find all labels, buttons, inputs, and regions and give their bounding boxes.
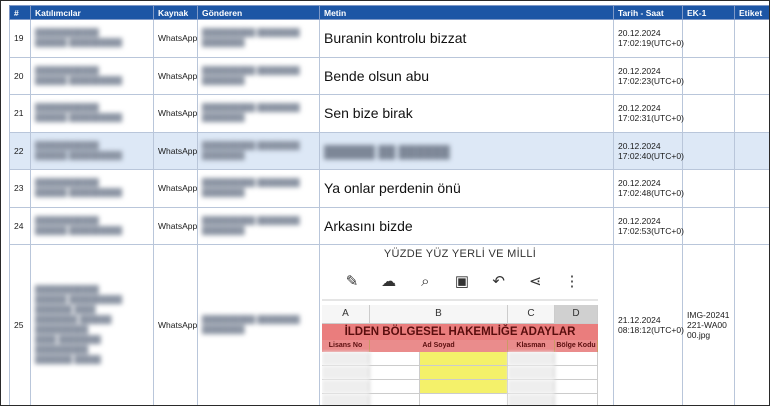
sheet-col-a: A [322, 305, 370, 323]
table-row: 20 ████████████ ██████ ██████████ WhatsAp… [9, 56, 769, 95]
header-row: # Katılımcılar Kaynak Gönderen Metin Tar… [9, 5, 769, 20]
attachment-cell [682, 19, 735, 58]
source-cell: WhatsApp [153, 169, 198, 208]
tag-cell [734, 244, 769, 405]
tag-cell [734, 169, 769, 208]
tag-cell [734, 131, 769, 170]
source-cell: WhatsApp [153, 56, 198, 95]
participants-redacted: ████████████ ██████ ██████████ [30, 169, 154, 208]
tag-cell [734, 94, 769, 133]
attachment-cell [682, 206, 735, 245]
sheet-subheaders: Lisans No Ad Soyad Klasman Bölge Kodu [322, 340, 598, 352]
sheet-col-c: C [508, 305, 555, 323]
table-row: 24 ████████████ ██████ ██████████ WhatsAp… [9, 206, 769, 245]
toolbar-divider [322, 299, 598, 301]
row-number: 23 [9, 169, 31, 208]
sheet-col-d: D [555, 305, 598, 323]
col-header-datetime: Tarih - Saat [613, 5, 683, 20]
table-row: 19 ████████████ ██████ ██████████ WhatsAp… [9, 19, 769, 58]
tag-cell [734, 56, 769, 95]
participants-redacted: ████████████ ██████ ██████████ ███████ ███… [30, 244, 154, 405]
search-icon: ⌕ [421, 273, 430, 290]
messages-table: # Katılımcılar Kaynak Gönderen Metin Tar… [9, 5, 769, 405]
attachment-filename[interactable]: IMG-20241221-WA0000.jpg [682, 244, 735, 405]
col-header-tag: Etiket [734, 5, 769, 20]
pen-icon: ✎ [345, 273, 359, 290]
source-cell: WhatsApp [153, 206, 198, 245]
sender-redacted: ██████████ ████████ ████████ [197, 94, 320, 133]
participants-redacted: ████████████ ██████ ██████████ [30, 94, 154, 133]
source-cell: WhatsApp [153, 244, 198, 405]
col-header-no: # [9, 5, 31, 20]
sheet-column-headers: A B C D [322, 305, 598, 324]
participants-redacted: ████████████ ██████ ██████████ [30, 206, 154, 245]
col-header-participants: Katılımcılar [30, 5, 154, 20]
sender-redacted: ██████████ ████████ ████████ [197, 131, 320, 170]
document-frame: # Katılımcılar Kaynak Gönderen Metin Tar… [0, 0, 770, 406]
source-cell: WhatsApp [153, 94, 198, 133]
col-header-source: Kaynak [153, 5, 198, 20]
datetime-cell: 20.12.2024 17:02:48(UTC+0) [613, 169, 684, 208]
sheet-grid-redacted [322, 352, 598, 405]
table-row: 21 ████████████ ██████ ██████████ WhatsAp… [9, 94, 769, 133]
sender-redacted: ██████████ ████████ ████████ [197, 206, 320, 245]
col-header-attachment: EK-1 [682, 5, 735, 20]
row-number: 25 [9, 244, 31, 405]
source-cell: WhatsApp [153, 19, 198, 58]
sheet-subheader-region: Bölge Kodu [555, 340, 598, 352]
row-number: 21 [9, 94, 31, 133]
cloud-upload-icon: ☁ [381, 273, 397, 290]
source-cell: WhatsApp [153, 131, 198, 170]
message-text: Arkasını bizde [319, 206, 614, 245]
row-number: 19 [9, 19, 31, 58]
attachment-cell [682, 56, 735, 95]
tag-cell [734, 206, 769, 245]
attachment-cell [682, 94, 735, 133]
participants-redacted: ████████████ ██████ ██████████ [30, 56, 154, 95]
message-text: Buranin kontrolu bizzat [319, 19, 614, 58]
more-vertical-icon: ⋮ [564, 273, 580, 290]
attached-screenshot[interactable]: YÜZDE YÜZ YERLİ VE MİLLİ ✎ ☁ ⌕ ▣ ↶ ⋖ ⋮ A… [322, 245, 598, 405]
sheet-subheader-name: Ad Soyad [370, 340, 508, 352]
datetime-cell: 21.12.2024 08:18:12(UTC+0) [613, 244, 684, 405]
message-image-cell: YÜZDE YÜZ YERLİ VE MİLLİ ✎ ☁ ⌕ ▣ ↶ ⋖ ⋮ A… [319, 244, 614, 405]
attachment-cell [682, 169, 735, 208]
screenshot-title: YÜZDE YÜZ YERLİ VE MİLLİ [383, 248, 537, 260]
sheet-banner: İLDEN BÖLGESEL HAKEMLİĞE ADAYLAR [322, 324, 598, 340]
participants-redacted: ████████████ ██████ ██████████ [30, 19, 154, 58]
sheet-subheader-license: Lisans No [322, 340, 370, 352]
screenshot-toolbar: ✎ ☁ ⌕ ▣ ↶ ⋖ ⋮ [342, 273, 582, 291]
share-icon: ⋖ [528, 273, 542, 290]
tag-cell [734, 19, 769, 58]
message-text: Sen bize birak [319, 94, 614, 133]
row-number: 22 [9, 131, 31, 170]
table-row-image: 25 ████████████ ██████ ██████████ ███████ … [9, 244, 769, 405]
save-icon: ▣ [454, 273, 470, 290]
undo-icon: ↶ [492, 273, 505, 290]
sender-redacted: ██████████ ████████ ████████ [197, 19, 320, 58]
message-text: Bende olsun abu [319, 56, 614, 95]
col-header-sender: Gönderen [197, 5, 320, 20]
datetime-cell: 20.12.2024 17:02:19(UTC+0) [613, 19, 684, 58]
sender-redacted: ██████████ ████████ ████████ [197, 169, 320, 208]
datetime-cell: 20.12.2024 17:02:31(UTC+0) [613, 94, 684, 133]
sender-redacted: ██████████ ████████ ████████ [197, 56, 320, 95]
table-row: 23 ████████████ ██████ ██████████ WhatsAp… [9, 169, 769, 208]
datetime-cell: 20.12.2024 17:02:40(UTC+0) [613, 131, 684, 170]
row-number: 24 [9, 206, 31, 245]
datetime-cell: 20.12.2024 17:02:53(UTC+0) [613, 206, 684, 245]
col-header-text: Metin [319, 5, 614, 20]
message-text-redacted: ██████ ██ ██████ [319, 131, 614, 170]
sheet-subheader-class: Klasman [508, 340, 555, 352]
sheet-col-b: B [370, 305, 508, 323]
datetime-cell: 20.12.2024 17:02:23(UTC+0) [613, 56, 684, 95]
table-row-selected[interactable]: 22 ████████████ ██████ ██████████ WhatsAp… [9, 131, 769, 170]
row-number: 20 [9, 56, 31, 95]
message-text: Ya onlar perdenin önü [319, 169, 614, 208]
sender-redacted: ██████████ ████████ ████████ [197, 244, 320, 405]
attachment-cell [682, 131, 735, 170]
participants-redacted: ████████████ ██████ ██████████ [30, 131, 154, 170]
